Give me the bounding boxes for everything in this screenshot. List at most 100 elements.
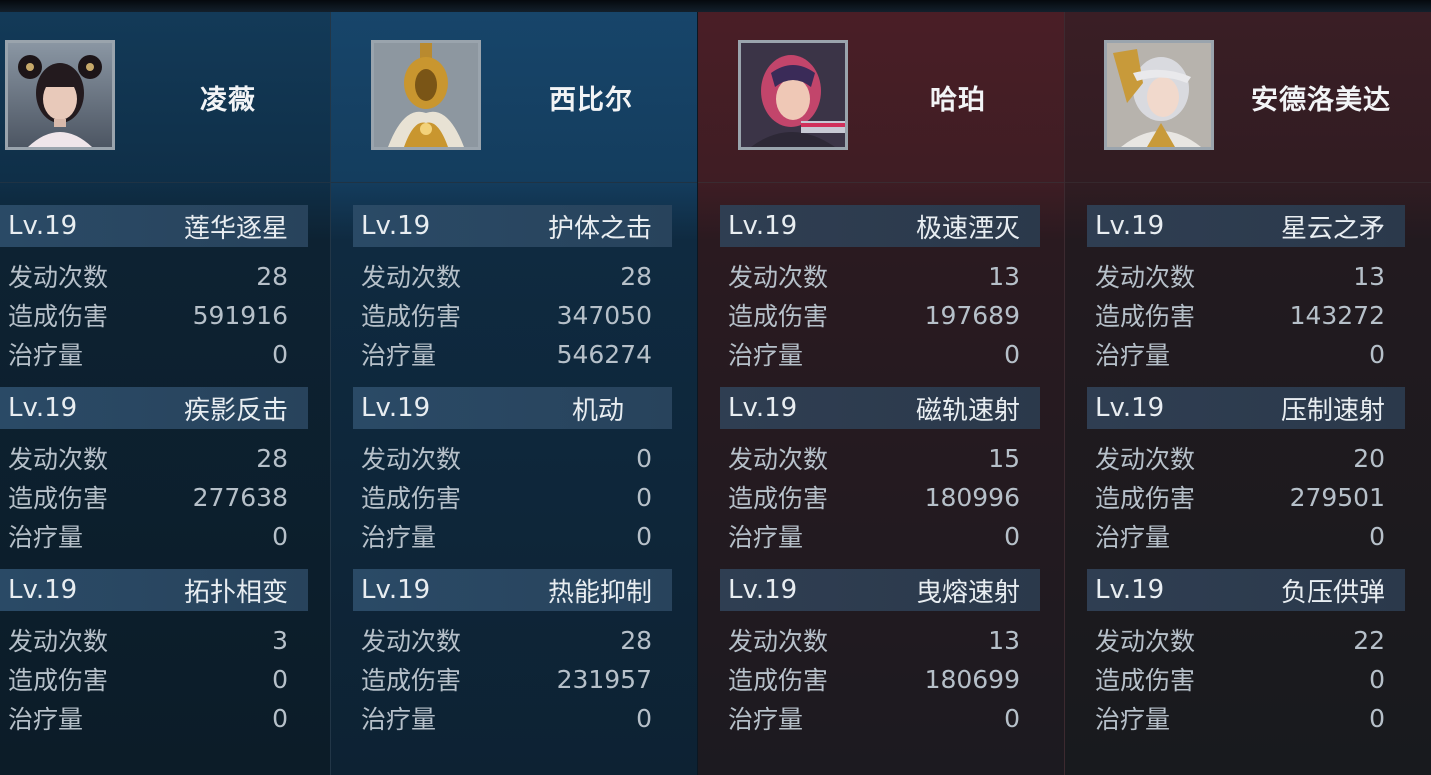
stat-label: 治疗量 (1095, 705, 1171, 734)
skill-name: 极速湮灭 (915, 213, 1020, 244)
portrait-golden-armor-icon (374, 43, 478, 147)
stat-row: 发动次数 28 (353, 622, 672, 658)
stat-value: 0 (1369, 339, 1385, 369)
stat-row: 造成伤害 0 (0, 661, 308, 697)
stat-row: 发动次数 28 (0, 258, 308, 294)
stat-row: 造成伤害 0 (1087, 661, 1405, 697)
stat-value: 180996 (924, 482, 1020, 512)
stat-label: 造成伤害 (361, 666, 462, 695)
stat-row: 发动次数 15 (720, 440, 1040, 476)
character-avatar[interactable] (371, 40, 481, 150)
stat-value: 28 (620, 261, 652, 291)
stat-label: 造成伤害 (1095, 666, 1196, 695)
stat-row: 造成伤害 197689 (720, 297, 1040, 333)
stat-value: 231957 (556, 664, 652, 694)
stat-value: 0 (272, 339, 288, 369)
skill-level: Lv.19 (728, 211, 798, 241)
skill-level: Lv.19 (728, 575, 798, 605)
stat-row: 发动次数 13 (1087, 258, 1405, 294)
stat-row: 发动次数 28 (0, 440, 308, 476)
stat-value: 3 (272, 625, 288, 655)
stat-label: 治疗量 (361, 705, 437, 734)
stat-value: 28 (256, 261, 288, 291)
stat-value: 277638 (192, 482, 288, 512)
skill-header: Lv.19 机动 (353, 387, 672, 429)
stat-label: 造成伤害 (728, 484, 829, 513)
stat-value: 0 (272, 703, 288, 733)
stat-label: 治疗量 (361, 523, 437, 552)
top-edge-bar (0, 0, 1431, 12)
skill-name: 莲华逐星 (183, 213, 288, 244)
skill-level: Lv.19 (728, 393, 798, 423)
stat-row: 治疗量 0 (0, 700, 308, 736)
skill-level: Lv.19 (361, 393, 431, 423)
stat-value: 15 (988, 443, 1020, 473)
skill-name: 压制速射 (1280, 395, 1385, 426)
stat-value: 347050 (556, 300, 652, 330)
skill-header: Lv.19 曳熔速射 (720, 569, 1040, 611)
stat-row: 发动次数 13 (720, 258, 1040, 294)
stat-label: 治疗量 (361, 341, 437, 370)
stat-row: 造成伤害 0 (353, 479, 672, 515)
stat-value: 28 (620, 625, 652, 655)
portrait-silver-hair-icon (1107, 43, 1211, 147)
column-divider (330, 12, 331, 775)
skill-level: Lv.19 (1095, 211, 1165, 241)
stat-row: 发动次数 20 (1087, 440, 1405, 476)
stat-value: 0 (1004, 521, 1020, 551)
skill-header: Lv.19 压制速射 (1087, 387, 1405, 429)
stat-row: 造成伤害 231957 (353, 661, 672, 697)
skill-header: Lv.19 星云之矛 (1087, 205, 1405, 247)
stat-value: 13 (1353, 261, 1385, 291)
stat-label: 造成伤害 (8, 666, 109, 695)
stat-value: 20 (1353, 443, 1385, 473)
stat-value: 0 (636, 443, 652, 473)
stat-label: 造成伤害 (1095, 484, 1196, 513)
skill-level: Lv.19 (1095, 393, 1165, 423)
stat-label: 发动次数 (1095, 627, 1196, 656)
stat-row: 治疗量 0 (1087, 336, 1405, 372)
skill-header: Lv.19 磁轨速射 (720, 387, 1040, 429)
stat-row: 造成伤害 591916 (0, 297, 308, 333)
stat-row: 治疗量 0 (0, 518, 308, 554)
stat-value: 0 (1369, 521, 1385, 551)
character-column-2: 西比尔 Lv.19 护体之击 发动次数 28 造成伤害 347050 治疗量 5… (331, 12, 697, 775)
stat-value: 0 (1004, 703, 1020, 733)
stat-label: 发动次数 (8, 445, 109, 474)
stat-value: 546274 (556, 339, 652, 369)
stat-row: 治疗量 0 (353, 700, 672, 736)
stat-row: 造成伤害 277638 (0, 479, 308, 515)
stat-value: 0 (1369, 664, 1385, 694)
skill-name: 机动 (571, 395, 624, 426)
stat-value: 197689 (924, 300, 1020, 330)
skill-name: 热能抑制 (547, 577, 652, 608)
stat-value: 0 (636, 482, 652, 512)
header-separator (1065, 182, 1431, 183)
skill-header: Lv.19 负压供弹 (1087, 569, 1405, 611)
skill-level: Lv.19 (8, 211, 78, 241)
stat-row: 发动次数 13 (720, 622, 1040, 658)
character-column-1: 凌薇 Lv.19 莲华逐星 发动次数 28 造成伤害 591916 治疗量 0 … (0, 12, 330, 775)
stat-row: 治疗量 0 (720, 518, 1040, 554)
character-avatar[interactable] (738, 40, 848, 150)
stat-label: 发动次数 (728, 627, 829, 656)
skill-name: 曳熔速射 (915, 577, 1020, 608)
skill-header: Lv.19 热能抑制 (353, 569, 672, 611)
character-name: 西比尔 (549, 85, 633, 116)
portrait-pink-hair-icon (741, 43, 845, 147)
stat-row: 治疗量 0 (353, 518, 672, 554)
skill-level: Lv.19 (361, 575, 431, 605)
character-avatar[interactable] (5, 40, 115, 150)
stat-row: 造成伤害 279501 (1087, 479, 1405, 515)
stat-value: 0 (272, 521, 288, 551)
skill-name: 负压供弹 (1280, 577, 1385, 608)
stat-label: 发动次数 (728, 445, 829, 474)
stat-value: 22 (1353, 625, 1385, 655)
skill-level: Lv.19 (361, 211, 431, 241)
stat-value: 0 (1004, 339, 1020, 369)
skill-header: Lv.19 疾影反击 (0, 387, 308, 429)
character-avatar[interactable] (1104, 40, 1214, 150)
stat-row: 发动次数 3 (0, 622, 308, 658)
stat-label: 造成伤害 (8, 302, 109, 331)
stat-label: 治疗量 (8, 705, 84, 734)
